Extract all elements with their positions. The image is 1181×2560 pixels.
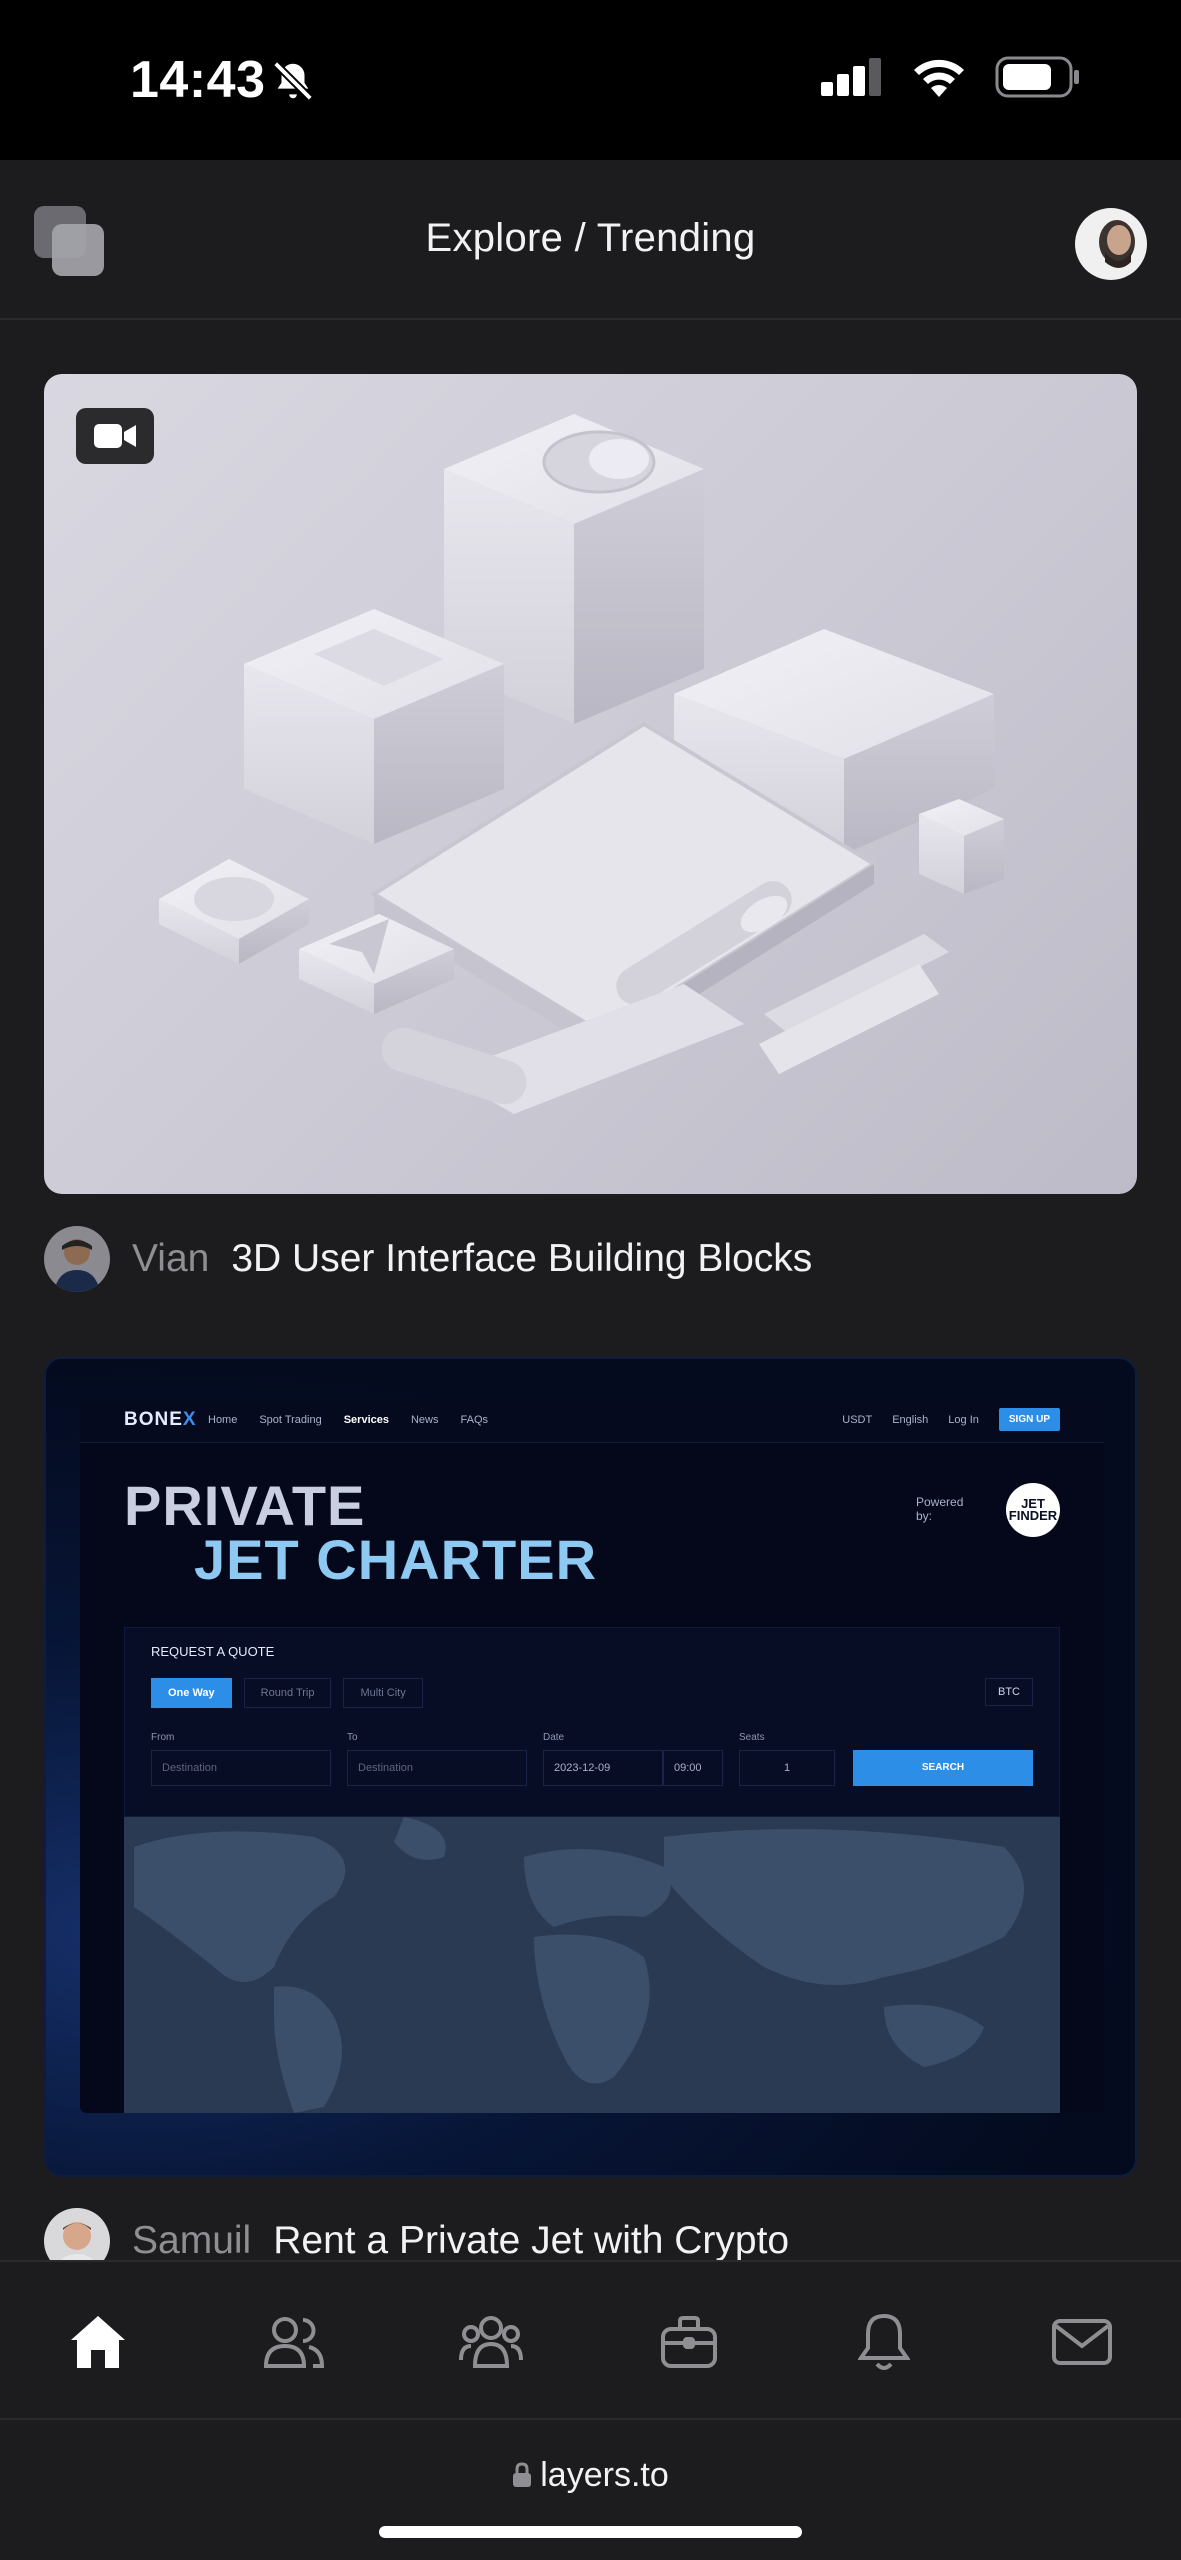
status-time: 14:43: [130, 51, 266, 109]
label-to: To: [347, 1732, 358, 1743]
browser-url-bar[interactable]: layers.to: [0, 2418, 1181, 2560]
to-field: Destination: [347, 1750, 527, 1786]
bell-icon: [858, 2313, 910, 2370]
post-username[interactable]: Samuil: [132, 2219, 251, 2260]
tab-jobs[interactable]: [649, 2302, 729, 2382]
home-indicator[interactable]: [379, 2526, 802, 2538]
tab-notifications[interactable]: [844, 2302, 924, 2382]
lock-icon: [513, 2462, 532, 2487]
world-map-shapes: [124, 1817, 1060, 2113]
site-nav-right: USDT English Log In SIGN UP: [842, 1408, 1060, 1431]
community-icon: [459, 2316, 523, 2368]
feed: Vian 3D User Interface Building Blocks B…: [0, 322, 1181, 2260]
bonex-logo-a: BONE: [124, 1409, 183, 1430]
jet-finder-logo: JET FINDER: [1006, 1483, 1060, 1537]
silent-mode-icon: [273, 61, 313, 101]
page-title: Explore / Trending: [425, 216, 756, 260]
search-button: SEARCH: [853, 1750, 1033, 1786]
site-signup: SIGN UP: [998, 1408, 1060, 1431]
post-title[interactable]: Rent a Private Jet with Crypto: [273, 2219, 789, 2260]
seats-field: 1: [739, 1750, 835, 1786]
tab-home[interactable]: [58, 2302, 138, 2382]
site-login: Log In: [948, 1413, 979, 1426]
trip-tab-one-way: One Way: [151, 1678, 232, 1708]
user-avatar[interactable]: [44, 1226, 110, 1292]
video-badge: [76, 408, 154, 464]
trip-tab-multi: Multi City: [343, 1678, 423, 1708]
site-nav-news: News: [410, 1414, 439, 1426]
from-field: Destination: [151, 1750, 331, 1786]
briefcase-icon: [661, 2316, 717, 2368]
tab-messages[interactable]: [1042, 2302, 1122, 2382]
trip-tab-round: Round Trip: [243, 1678, 332, 1708]
post-meta-row[interactable]: Samuil Rent a Private Jet with Crypto: [44, 2208, 789, 2260]
label-from: From: [151, 1732, 175, 1743]
battery-icon: [995, 56, 1079, 98]
post-media-jet-charter[interactable]: BONEX Home Spot Trading Services News FA…: [44, 1357, 1137, 2177]
post-username[interactable]: Vian: [132, 1237, 209, 1281]
home-icon: [71, 2316, 125, 2368]
post-media-3d-blocks[interactable]: [44, 374, 1137, 1194]
wifi-icon: [914, 59, 964, 97]
3d-blocks-illustration: [159, 414, 1004, 1114]
jet-site-preview: BONEX Home Spot Trading Services News FA…: [80, 1399, 1104, 2113]
site-nav-faqs: FAQs: [460, 1414, 489, 1426]
post-title[interactable]: 3D User Interface Building Blocks: [231, 1237, 812, 1281]
site-language: English: [892, 1413, 929, 1426]
quote-form: REQUEST A QUOTE One Way Round Trip Multi…: [124, 1627, 1060, 1817]
url-display[interactable]: layers.to: [0, 2456, 1181, 2495]
post-meta-row[interactable]: Vian 3D User Interface Building Blocks: [44, 1226, 812, 1292]
bonex-logo: BONEX: [124, 1409, 197, 1431]
app-header: Explore / Trending: [0, 160, 1181, 320]
time-field: 09:00: [663, 1750, 723, 1786]
site-nav-services: Services: [343, 1414, 389, 1426]
tab-following[interactable]: [254, 2302, 334, 2382]
url-text: layers.to: [540, 2456, 669, 2494]
site-nav-home: Home: [208, 1414, 238, 1426]
quote-title: REQUEST A QUOTE: [151, 1644, 275, 1659]
site-currency: USDT: [842, 1413, 873, 1426]
label-seats: Seats: [739, 1732, 765, 1743]
site-nav-links: Home Spot Trading Services News FAQs: [208, 1414, 488, 1426]
user-avatar[interactable]: [44, 2208, 110, 2260]
world-map: [124, 1817, 1060, 2113]
date-field: 2023-12-09: [543, 1750, 663, 1786]
hero-line-2: JET CHARTER: [194, 1528, 598, 1591]
users-icon: [263, 2317, 325, 2368]
tab-community[interactable]: [451, 2302, 531, 2382]
video-camera-icon: [94, 424, 136, 448]
trip-tabs: One Way Round Trip Multi City: [151, 1678, 423, 1708]
label-date: Date: [543, 1732, 565, 1743]
cellular-signal-icon: [821, 58, 881, 96]
profile-avatar[interactable]: [1075, 208, 1147, 280]
mail-icon: [1052, 2319, 1112, 2365]
pay-currency: BTC: [985, 1678, 1033, 1706]
bonex-logo-b: X: [182, 1409, 197, 1430]
bottom-tab-bar: [0, 2260, 1181, 2418]
status-bar: 14:43: [0, 0, 1181, 160]
powered-by: Powered by:: [916, 1495, 964, 1523]
site-nav: BONEX Home Spot Trading Services News FA…: [80, 1399, 1104, 1443]
site-nav-spot: Spot Trading: [259, 1414, 322, 1426]
